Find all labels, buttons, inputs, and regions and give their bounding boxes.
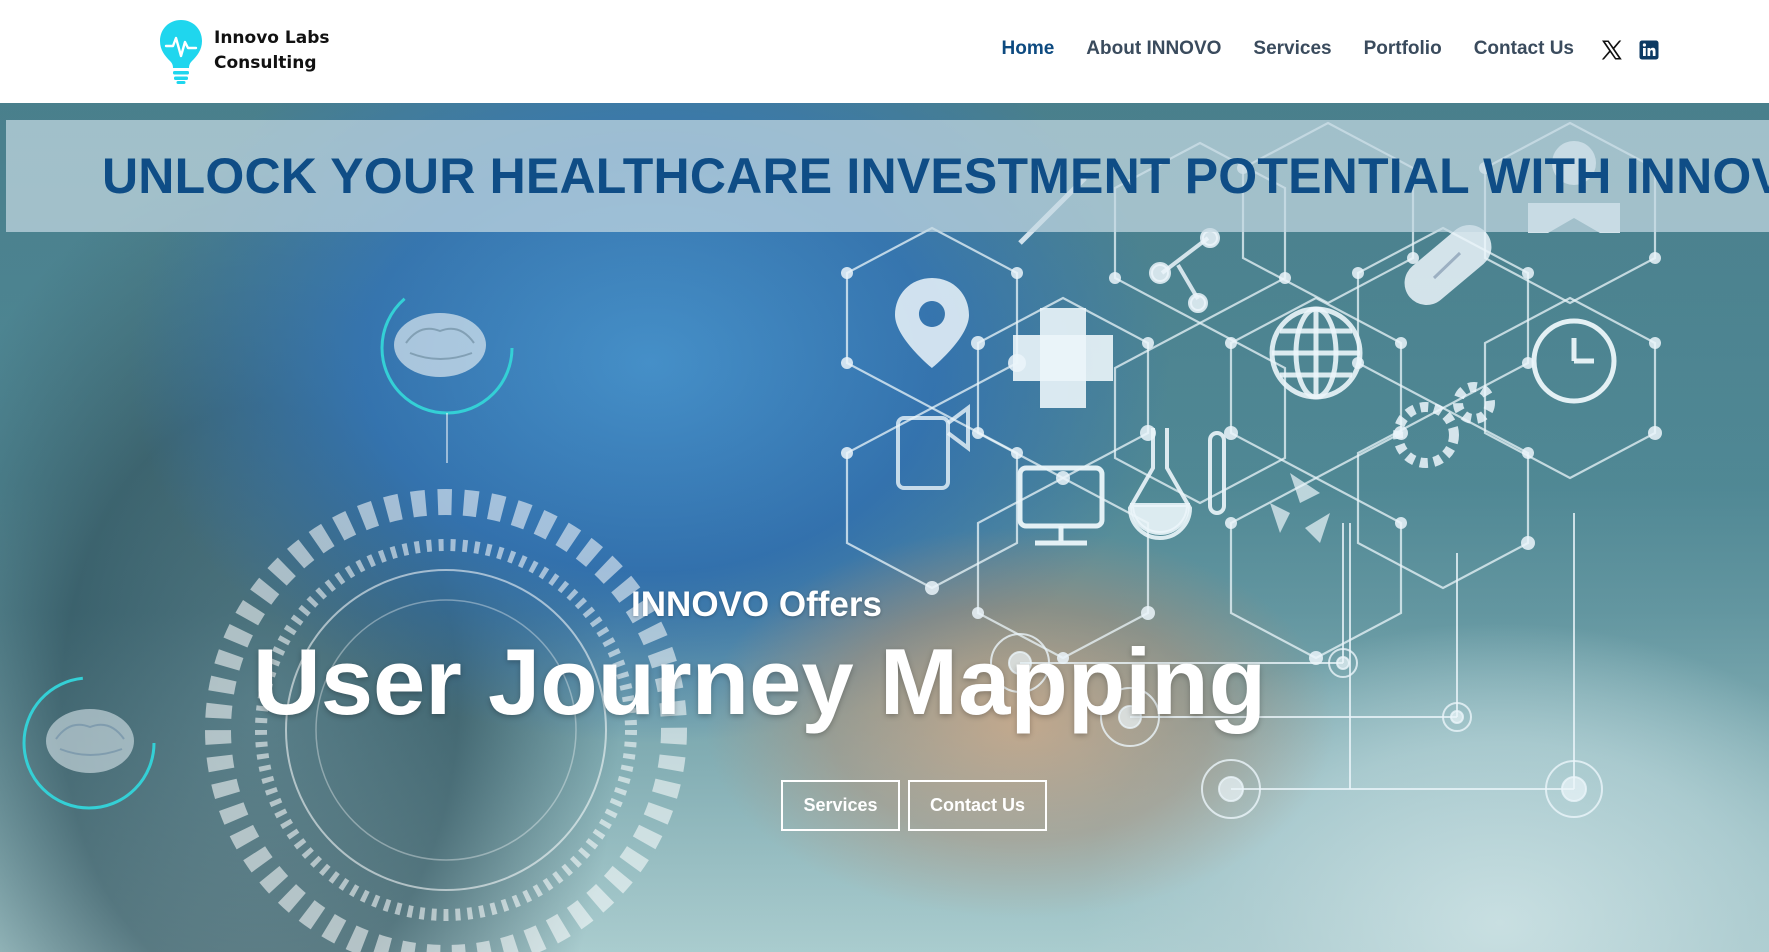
site-header: Innovo Labs Consulting Home About INNOVO… bbox=[0, 0, 1769, 103]
nav-contact-us[interactable]: Contact Us bbox=[1474, 38, 1574, 60]
hero-section: UNLOCK YOUR HEALTHCARE INVESTMENT POTENT… bbox=[0, 103, 1769, 952]
recycle-icon bbox=[1270, 473, 1330, 543]
contact-us-button[interactable]: Contact Us bbox=[908, 780, 1047, 831]
linkedin-icon[interactable] bbox=[1637, 38, 1661, 62]
inhaler-icon bbox=[896, 404, 970, 490]
brain-icon bbox=[380, 281, 514, 415]
globe-icon bbox=[1269, 306, 1363, 400]
molecule-icon bbox=[1149, 228, 1220, 313]
medical-cross-icon bbox=[1013, 308, 1113, 408]
brand-name-line2: Consulting bbox=[214, 53, 317, 73]
brand-logo[interactable]: Innovo Labs Consulting bbox=[158, 16, 338, 86]
social-links bbox=[1599, 38, 1661, 62]
lightbulb-pulse-icon bbox=[160, 20, 202, 84]
clock-icon bbox=[1531, 318, 1617, 404]
test-tube-icon bbox=[1208, 431, 1226, 515]
services-button[interactable]: Services bbox=[781, 780, 900, 831]
brand-name-line1: Innovo Labs bbox=[214, 28, 330, 48]
main-nav: Home About INNOVO Services Portfolio Con… bbox=[1002, 38, 1575, 60]
hero-subtitle: INNOVO Offers bbox=[631, 585, 882, 624]
hero-banner: UNLOCK YOUR HEALTHCARE INVESTMENT POTENT… bbox=[6, 120, 1769, 232]
map-pin-icon bbox=[895, 278, 969, 368]
nav-portfolio[interactable]: Portfolio bbox=[1364, 38, 1442, 60]
banner-title: UNLOCK YOUR HEALTHCARE INVESTMENT POTENT… bbox=[102, 148, 1769, 204]
brand-name: Innovo Labs Consulting bbox=[214, 26, 329, 76]
nav-services[interactable]: Services bbox=[1253, 38, 1331, 60]
nav-about-innovo[interactable]: About INNOVO bbox=[1086, 38, 1221, 60]
hero-headline: User Journey Mapping bbox=[252, 629, 1267, 734]
nav-home[interactable]: Home bbox=[1002, 38, 1055, 60]
x-twitter-icon[interactable] bbox=[1599, 38, 1623, 62]
